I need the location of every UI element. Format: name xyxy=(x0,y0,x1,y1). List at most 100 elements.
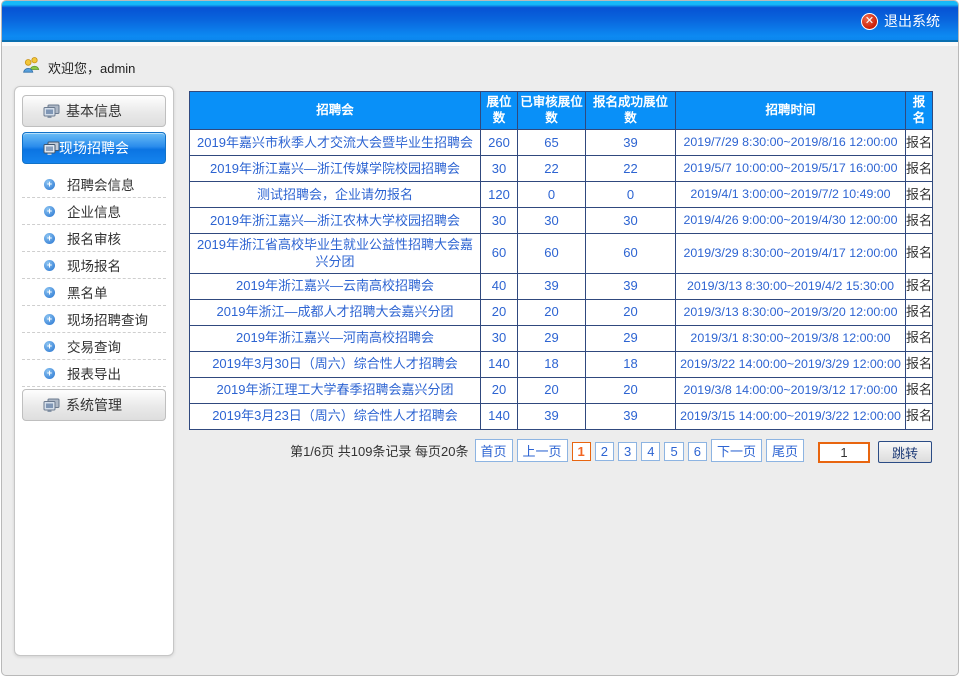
col-header-success-count: 报名成功展位数 xyxy=(586,92,676,130)
signup-link[interactable]: 报名 xyxy=(906,208,933,234)
plus-bullet-icon: + xyxy=(44,233,55,244)
page-jump-input[interactable] xyxy=(818,442,870,463)
pagination: 第1/6页 共109条记录 每页20条首页上一页123456下一页尾页 跳转 xyxy=(189,439,932,464)
pagination-last[interactable]: 尾页 xyxy=(766,439,804,462)
fair-name-cell: 2019年浙江—成都人才招聘大会嘉兴分团 xyxy=(190,299,481,325)
reviewed-count-cell: 20 xyxy=(518,299,586,325)
pagination-page-6[interactable]: 6 xyxy=(688,442,707,461)
page-jump-button[interactable]: 跳转 xyxy=(878,441,932,463)
sidebar-subitem[interactable]: +报表导出 xyxy=(22,360,166,387)
sidebar-subitem[interactable]: + 招聘会信息 xyxy=(22,171,166,198)
pagination-next[interactable]: 下一页 xyxy=(711,439,762,462)
sidebar-subitem[interactable]: +报名审核 xyxy=(22,225,166,252)
fair-name-cell: 2019年浙江省高校毕业生就业公益性招聘大会嘉兴分团 xyxy=(190,234,481,274)
signup-link[interactable]: 报名 xyxy=(906,156,933,182)
plus-bullet-icon: + xyxy=(44,179,55,190)
success-count-cell: 20 xyxy=(586,299,676,325)
table-row: 2019年浙江嘉兴—浙江农林大学校园招聘会3030302019/4/26 9:0… xyxy=(190,208,933,234)
signup-link[interactable]: 报名 xyxy=(906,234,933,274)
sidebar-item-label: 现场招聘会 xyxy=(59,138,129,158)
signup-link[interactable]: 报名 xyxy=(906,182,933,208)
reviewed-count-cell: 18 xyxy=(518,351,586,377)
sidebar-subitem-label: 招聘会信息 xyxy=(67,174,135,194)
pagination-page-2[interactable]: 2 xyxy=(595,442,614,461)
success-count-cell: 39 xyxy=(586,273,676,299)
sidebar-subitem[interactable]: +黑名单 xyxy=(22,279,166,306)
success-count-cell: 22 xyxy=(586,156,676,182)
recruit-time-cell: 2019/3/1 8:30:00~2019/3/8 12:00:00 xyxy=(676,325,906,351)
sidebar-item-onsite-fair[interactable]: 现场招聘会 xyxy=(22,132,166,164)
pagination-first[interactable]: 首页 xyxy=(475,439,513,462)
reviewed-count-cell: 0 xyxy=(518,182,586,208)
col-header-reviewed-count: 已审核展位数 xyxy=(518,92,586,130)
fair-name-cell: 2019年浙江嘉兴—浙江农林大学校园招聘会 xyxy=(190,208,481,234)
fair-name-cell: 2019年嘉兴市秋季人才交流大会暨毕业生招聘会 xyxy=(190,130,481,156)
pagination-page-3[interactable]: 3 xyxy=(618,442,637,461)
fair-name-cell: 2019年3月23日（周六）综合性人才招聘会 xyxy=(190,403,481,429)
col-header-booth-count: 展位数 xyxy=(481,92,518,130)
job-fair-table: 招聘会 展位数 已审核展位数 报名成功展位数 招聘时间 报名 2019年嘉兴市秋… xyxy=(189,91,933,430)
success-count-cell: 30 xyxy=(586,208,676,234)
recruit-time-cell: 2019/4/1 3:00:00~2019/7/2 10:49:00 xyxy=(676,182,906,208)
recruit-time-cell: 2019/3/29 8:30:00~2019/4/17 12:00:00 xyxy=(676,234,906,274)
table-row: 2019年浙江省高校毕业生就业公益性招聘大会嘉兴分团6060602019/3/2… xyxy=(190,234,933,274)
table-row: 2019年嘉兴市秋季人才交流大会暨毕业生招聘会26065392019/7/29 … xyxy=(190,130,933,156)
success-count-cell: 20 xyxy=(586,377,676,403)
recruit-time-cell: 2019/5/7 10:00:00~2019/5/17 16:00:00 xyxy=(676,156,906,182)
pagination-page-1[interactable]: 1 xyxy=(572,442,591,461)
signup-link[interactable]: 报名 xyxy=(906,325,933,351)
logout-button[interactable]: ✕ 退出系统 xyxy=(861,11,940,31)
sidebar-subitem[interactable]: +企业信息 xyxy=(22,198,166,225)
recruit-time-cell: 2019/3/15 14:00:00~2019/3/22 12:00:00 xyxy=(676,403,906,429)
sidebar-submenu: +招聘会信息+企业信息+报名审核+现场报名+黑名单+现场招聘查询+交易查询+报表… xyxy=(22,169,166,389)
page: ✕ 退出系统 欢迎您，admin 基本信息 xyxy=(1,0,959,676)
main-content: 招聘会 展位数 已审核展位数 报名成功展位数 招聘时间 报名 2019年嘉兴市秋… xyxy=(189,91,932,463)
booth-count-cell: 260 xyxy=(481,130,518,156)
signup-link[interactable]: 报名 xyxy=(906,403,933,429)
signup-link[interactable]: 报名 xyxy=(906,273,933,299)
reviewed-count-cell: 60 xyxy=(518,234,586,274)
pagination-summary: 第1/6页 共109条记录 每页20条 xyxy=(290,444,468,459)
booth-count-cell: 30 xyxy=(481,325,518,351)
pagination-page-5[interactable]: 5 xyxy=(664,442,683,461)
signup-link[interactable]: 报名 xyxy=(906,351,933,377)
booth-count-cell: 40 xyxy=(481,273,518,299)
success-count-cell: 18 xyxy=(586,351,676,377)
pagination-page-4[interactable]: 4 xyxy=(641,442,660,461)
sidebar-subitem[interactable]: +现场报名 xyxy=(22,252,166,279)
sidebar-item-system-mgmt[interactable]: 系统管理 xyxy=(22,389,166,421)
booth-count-cell: 60 xyxy=(481,234,518,274)
topbar: ✕ 退出系统 xyxy=(2,1,958,42)
sidebar-item-basic-info[interactable]: 基本信息 xyxy=(22,95,166,127)
recruit-time-cell: 2019/3/22 14:00:00~2019/3/29 12:00:00 xyxy=(676,351,906,377)
fair-name-cell: 2019年3月30日（周六）综合性人才招聘会 xyxy=(190,351,481,377)
plus-bullet-icon: + xyxy=(44,206,55,217)
signup-link[interactable]: 报名 xyxy=(906,130,933,156)
success-count-cell: 39 xyxy=(586,403,676,429)
recruit-time-cell: 2019/7/29 8:30:00~2019/8/16 12:00:00 xyxy=(676,130,906,156)
reviewed-count-cell: 30 xyxy=(518,208,586,234)
signup-link[interactable]: 报名 xyxy=(906,299,933,325)
success-count-cell: 0 xyxy=(586,182,676,208)
sidebar-subitem-label: 黑名单 xyxy=(67,282,108,302)
table-row: 2019年浙江理工大学春季招聘会嘉兴分团2020202019/3/8 14:00… xyxy=(190,377,933,403)
fair-name-cell: 测试招聘会，企业请勿报名 xyxy=(190,182,481,208)
sidebar-subitem[interactable]: +交易查询 xyxy=(22,333,166,360)
table-row: 2019年3月23日（周六）综合性人才招聘会14039392019/3/15 1… xyxy=(190,403,933,429)
reviewed-count-cell: 39 xyxy=(518,403,586,429)
signup-link[interactable]: 报名 xyxy=(906,377,933,403)
users-icon xyxy=(22,56,41,78)
sidebar-subitem[interactable]: +现场招聘查询 xyxy=(22,306,166,333)
sidebar: 基本信息 现场招聘会 +招聘会信息+企业信息+报名审核+现场报名+黑名单+现场招… xyxy=(14,86,174,656)
success-count-cell: 29 xyxy=(586,325,676,351)
reviewed-count-cell: 65 xyxy=(518,130,586,156)
plus-bullet-icon: + xyxy=(44,314,55,325)
recruit-time-cell: 2019/3/13 8:30:00~2019/4/2 15:30:00 xyxy=(676,273,906,299)
recruit-time-cell: 2019/4/26 9:00:00~2019/4/30 12:00:00 xyxy=(676,208,906,234)
success-count-cell: 60 xyxy=(586,234,676,274)
pagination-prev[interactable]: 上一页 xyxy=(517,439,568,462)
plus-bullet-icon: + xyxy=(44,368,55,379)
reviewed-count-cell: 29 xyxy=(518,325,586,351)
fair-name-cell: 2019年浙江嘉兴—云南高校招聘会 xyxy=(190,273,481,299)
welcome-row: 欢迎您，admin xyxy=(2,46,958,78)
